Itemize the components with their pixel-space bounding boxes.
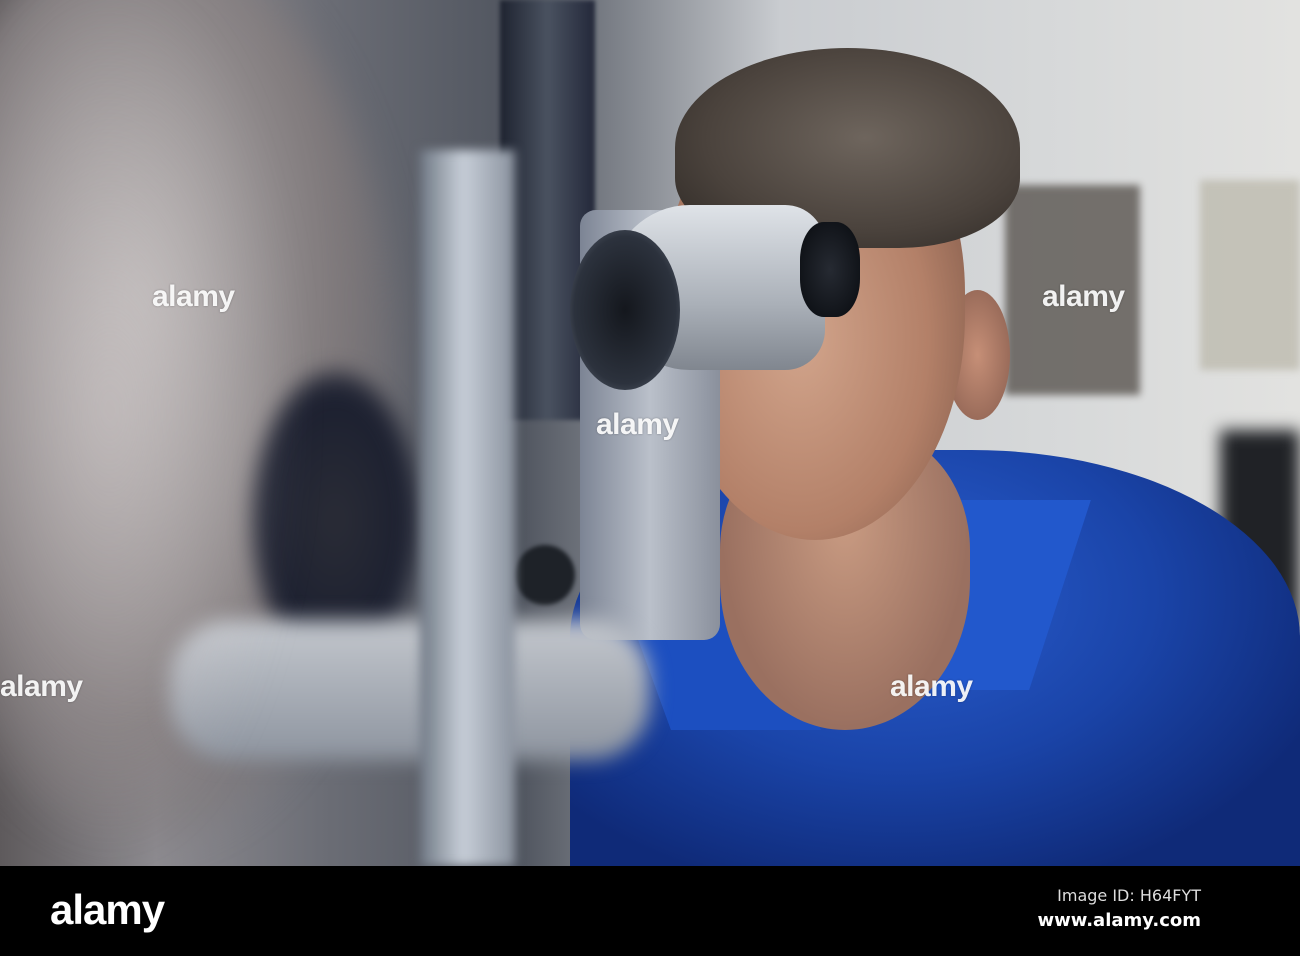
- wall-frame: [1200, 180, 1300, 370]
- watermark: alamy: [890, 670, 973, 703]
- footer-bar: alamy Image ID: H64FYT www.alamy.com: [0, 866, 1300, 956]
- watermark: alamy: [152, 280, 235, 313]
- stock-photo: alamy alamy alamy alamy alamy alamy Imag…: [0, 0, 1300, 956]
- eyepiece: [800, 222, 860, 317]
- watermark: alamy: [596, 408, 679, 441]
- alamy-logo: alamy: [50, 886, 165, 933]
- lamp-pole-blurred: [420, 150, 515, 866]
- photo-scene: alamy alamy alamy alamy alamy: [0, 0, 1300, 866]
- adjustment-knob: [515, 545, 575, 605]
- microscope-lens: [570, 230, 680, 390]
- watermark: alamy: [1042, 280, 1125, 313]
- watermark: alamy: [0, 670, 83, 703]
- image-id: Image ID: H64FYT: [1057, 886, 1201, 905]
- site-url: www.alamy.com: [1037, 910, 1201, 931]
